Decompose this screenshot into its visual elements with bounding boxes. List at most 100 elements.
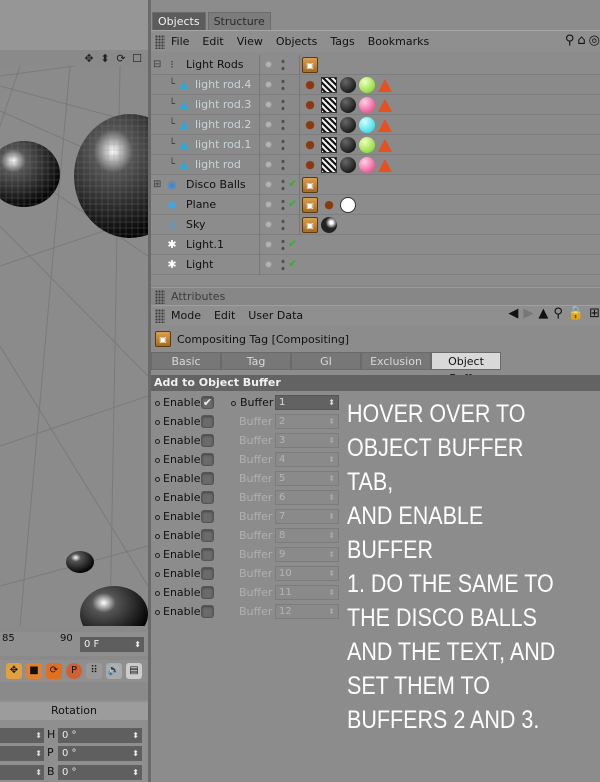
animate-dot[interactable] — [155, 477, 160, 482]
phong-tag-icon[interactable]: ● — [302, 137, 318, 153]
layer-dot[interactable] — [265, 101, 272, 108]
buffer-field[interactable]: 8 ⬍ — [275, 528, 339, 543]
enable-checkbox[interactable] — [201, 529, 214, 542]
move-view-icon[interactable]: ✥ — [82, 52, 96, 66]
enable-checkbox[interactable] — [201, 510, 214, 523]
layer-dot[interactable] — [265, 221, 272, 228]
search-icon[interactable]: ⚲ — [565, 34, 575, 48]
uvw-tag-icon[interactable] — [321, 157, 337, 173]
sound-icon[interactable]: 🔊 — [106, 663, 122, 679]
new-panel-icon[interactable]: ⊞ — [589, 307, 600, 321]
buffer-field[interactable]: 6 ⬍ — [275, 490, 339, 505]
timeline[interactable]: 85 90 0 F ⬍ — [0, 632, 148, 656]
menu-view[interactable]: View — [237, 35, 263, 48]
visibility-dots[interactable] — [280, 258, 286, 272]
menu-file[interactable]: File — [171, 35, 189, 48]
enable-checkbox[interactable] — [201, 586, 214, 599]
object-row[interactable]: ✱ Light.1 ✔ — [151, 235, 600, 255]
buffer-field[interactable]: 2 ⬍ — [275, 414, 339, 429]
black-material-icon[interactable] — [340, 77, 356, 93]
enabled-check-icon[interactable]: ✔ — [288, 237, 297, 250]
buffer-field[interactable]: 11 ⬍ — [275, 585, 339, 600]
animate-dot[interactable] — [155, 401, 160, 406]
white-material-icon[interactable] — [340, 197, 356, 213]
visibility-dots[interactable] — [280, 58, 286, 72]
object-row[interactable]: └ ▲ light rod.4 ● — [151, 75, 600, 95]
menu-mode[interactable]: Mode — [171, 309, 201, 322]
lock-icon[interactable]: 🔒 — [568, 307, 584, 321]
buffer-field[interactable]: 12 ⬍ — [275, 604, 339, 619]
animate-dot[interactable] — [155, 515, 160, 520]
timeline-window-icon[interactable]: ▤ — [126, 663, 142, 679]
record-keys-icon[interactable]: ✥ — [6, 663, 22, 679]
uvw-tag-icon[interactable] — [321, 137, 337, 153]
enabled-check-icon[interactable]: ✔ — [288, 197, 297, 210]
hdri-material-icon[interactable] — [321, 217, 337, 233]
animate-dot[interactable] — [155, 439, 160, 444]
enable-checkbox[interactable] — [201, 472, 214, 485]
coord-rotation-field[interactable]: 0 ° ⬍ — [58, 728, 142, 743]
black-material-icon[interactable] — [340, 157, 356, 173]
black-material-icon[interactable] — [340, 97, 356, 113]
phong-tag-icon[interactable]: ● — [302, 157, 318, 173]
tab-structure[interactable]: Structure — [207, 12, 271, 30]
buffer-field[interactable]: 9 ⬍ — [275, 547, 339, 562]
coord-size-field[interactable]: ⬍ — [0, 746, 44, 761]
visibility-dots[interactable] — [280, 218, 286, 232]
animate-dot[interactable] — [155, 420, 160, 425]
enable-checkbox[interactable] — [201, 567, 214, 580]
enable-checkbox[interactable]: ✔ — [201, 396, 214, 409]
enable-checkbox[interactable] — [201, 415, 214, 428]
layer-dot[interactable] — [265, 181, 272, 188]
black-material-icon[interactable] — [340, 117, 356, 133]
menu-bookmarks[interactable]: Bookmarks — [368, 35, 429, 48]
animate-dot[interactable] — [155, 458, 160, 463]
uvw-tag-icon[interactable] — [321, 77, 337, 93]
menu-objects[interactable]: Objects — [276, 35, 318, 48]
uvw-tag-icon[interactable] — [321, 97, 337, 113]
object-row[interactable]: ⊞ ◉ Disco Balls ✔ ▣ — [151, 175, 600, 195]
enable-checkbox[interactable] — [201, 548, 214, 561]
light-tag-icon[interactable] — [378, 118, 392, 132]
object-row[interactable]: └ ▲ light rod.3 ● — [151, 95, 600, 115]
tab-objects[interactable]: Objects — [152, 12, 206, 30]
green-material-icon[interactable] — [359, 77, 375, 93]
light-tag-icon[interactable] — [378, 78, 392, 92]
frame-field[interactable]: 0 F ⬍ — [80, 637, 144, 652]
layer-dot[interactable] — [265, 201, 272, 208]
layer-dot[interactable] — [265, 141, 272, 148]
layer-dot[interactable] — [265, 161, 272, 168]
enable-checkbox[interactable] — [201, 453, 214, 466]
tab-basic[interactable]: Basic — [151, 352, 221, 370]
phong-tag-icon[interactable]: ● — [302, 97, 318, 113]
tab-exclusion[interactable]: Exclusion — [361, 352, 431, 370]
layer-dot[interactable] — [265, 61, 272, 68]
animate-dot[interactable] — [155, 591, 160, 596]
buffer-field[interactable]: 10 ⬍ — [275, 566, 339, 581]
phong-tag-icon[interactable]: ● — [302, 117, 318, 133]
menu-user-data[interactable]: User Data — [248, 309, 303, 322]
light-tag-icon[interactable] — [378, 158, 392, 172]
cyan-material-icon[interactable] — [359, 117, 375, 133]
object-row[interactable]: └ ▲ light rod ● — [151, 155, 600, 175]
home-icon[interactable]: ⌂ — [577, 34, 585, 48]
buffer-field[interactable]: 3 ⬍ — [275, 433, 339, 448]
pin-icon[interactable]: ◎ — [589, 34, 600, 48]
object-row[interactable]: └ ▲ light rod.1 ● — [151, 135, 600, 155]
layer-dot[interactable] — [265, 121, 272, 128]
rotation-keys-icon[interactable]: ⟳ — [46, 663, 62, 679]
tab-gi[interactable]: GI — [291, 352, 361, 370]
visibility-dots[interactable] — [280, 198, 286, 212]
up-arrow-icon[interactable]: ▲ — [538, 307, 548, 321]
light-tag-icon[interactable] — [378, 98, 392, 112]
animate-dot[interactable] — [231, 401, 236, 406]
compositing-tag-icon[interactable]: ▣ — [302, 197, 318, 213]
pink-material-icon[interactable] — [359, 157, 375, 173]
object-row[interactable]: ◍ Sky ▣ — [151, 215, 600, 235]
visibility-dots[interactable] — [280, 238, 286, 252]
visibility-dots[interactable] — [280, 98, 286, 112]
grip-icon[interactable] — [155, 289, 165, 304]
menu-edit[interactable]: Edit — [214, 309, 235, 322]
visibility-dots[interactable] — [280, 178, 286, 192]
scale-keys-icon[interactable]: ■ — [26, 663, 42, 679]
